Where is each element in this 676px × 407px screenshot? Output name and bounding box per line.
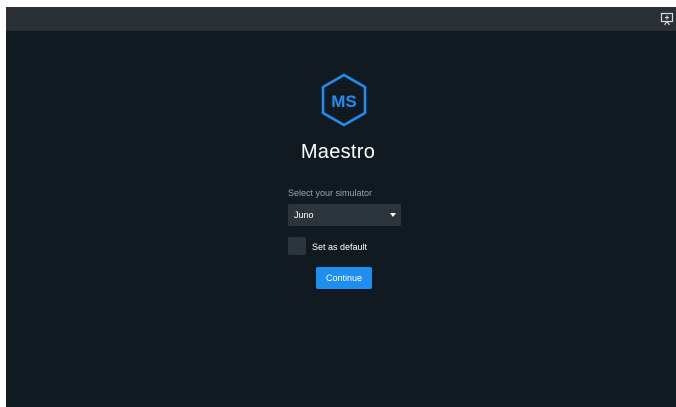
- set-as-default-checkbox[interactable]: [288, 237, 306, 255]
- simulator-select-value: Juno: [294, 210, 314, 220]
- maestro-logo: MS: [321, 73, 367, 127]
- set-as-default-label[interactable]: Set as default: [312, 242, 367, 252]
- caret-down-icon: [390, 213, 396, 217]
- continue-button[interactable]: Continue: [316, 267, 372, 289]
- simulator-select[interactable]: Juno: [288, 204, 401, 226]
- present-to-screen-icon[interactable]: [660, 12, 674, 26]
- title-bar: [6, 7, 676, 31]
- app-window: MS Maestro Select your simulator Juno Se…: [6, 7, 676, 407]
- simulator-select-label: Select your simulator: [288, 188, 373, 198]
- app-title: Maestro: [300, 141, 376, 163]
- logo-text: MS: [331, 92, 357, 111]
